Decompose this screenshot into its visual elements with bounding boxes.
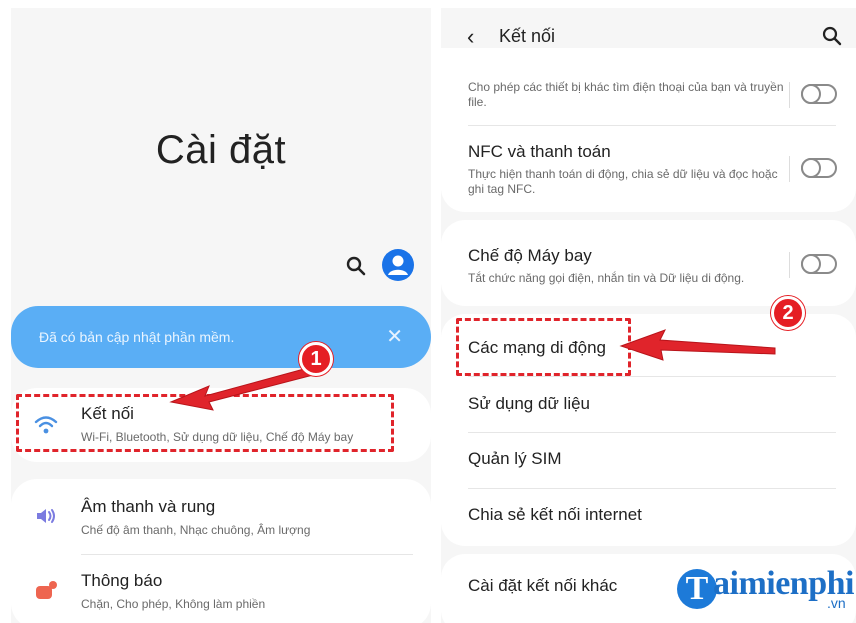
setting-title: Chế độ Máy bay xyxy=(468,246,592,265)
setting-title: Quản lý SIM xyxy=(468,449,562,468)
setting-nearby-device-scan[interactable]: Cho phép các thiết bị khác tìm điện thoạ… xyxy=(441,74,856,130)
page-title: Cài đặt xyxy=(155,128,287,172)
settings-item-subtitle: Chặn, Cho phép, Không làm phiền xyxy=(81,597,266,611)
update-banner-text: Đã có bản cập nhật phần mềm. xyxy=(39,329,235,345)
setting-subtitle: Cho phép các thiết bị khác tìm điện thoạ… xyxy=(468,80,784,109)
toggle-switch[interactable] xyxy=(801,158,837,178)
highlight-box-mobile-networks xyxy=(456,318,631,376)
settings-item-title: Thông báo xyxy=(81,571,163,590)
settings-screen: Cài đặt Đã có bản cập nhật phần mềm. ✕ K… xyxy=(11,8,431,623)
setting-sim-manager[interactable]: Quản lý SIM xyxy=(441,432,856,488)
speaker-icon xyxy=(37,509,55,523)
setting-airplane-mode[interactable]: Chế độ Máy bay Tắt chức năng gọi điện, n… xyxy=(441,220,856,306)
settings-card: Cho phép các thiết bị khác tìm điện thoạ… xyxy=(441,48,856,212)
separator xyxy=(789,82,790,108)
settings-item-notifications[interactable]: Thông báo Chặn, Cho phép, Không làm phiề… xyxy=(11,554,431,623)
setting-title: Sử dụng dữ liệu xyxy=(468,394,591,413)
account-icon[interactable] xyxy=(381,248,415,282)
toggle-switch[interactable] xyxy=(801,254,837,274)
settings-group-sound: Âm thanh và rung Chế độ âm thanh, Nhạc c… xyxy=(11,479,431,623)
setting-nfc-payment[interactable]: NFC và thanh toán Thực hiện thanh toán d… xyxy=(441,126,856,212)
search-icon[interactable] xyxy=(822,26,842,46)
logo-letter: T xyxy=(677,569,717,609)
setting-title: Cài đặt kết nối khác xyxy=(468,576,618,595)
arrow-icon xyxy=(169,365,318,411)
setting-hotspot-tethering[interactable]: Chia sẻ kết nối internet xyxy=(441,488,856,546)
settings-item-title: Âm thanh và rung xyxy=(81,497,216,516)
setting-title: Chia sẻ kết nối internet xyxy=(468,505,642,524)
screenshot: Cài đặt Đã có bản cập nhật phần mềm. ✕ K… xyxy=(0,0,856,623)
close-icon[interactable]: ✕ xyxy=(386,306,403,368)
setting-subtitle: Thực hiện thanh toán di động, chia sẻ dữ… xyxy=(468,167,778,196)
search-icon[interactable] xyxy=(346,256,366,276)
taimienphi-logo: T aimienphi .vn xyxy=(677,563,854,619)
back-icon[interactable]: ‹ xyxy=(467,24,474,50)
page-title: Kết nối xyxy=(499,26,556,46)
setting-data-usage[interactable]: Sử dụng dữ liệu xyxy=(441,376,856,432)
annotation-badge: 2 xyxy=(771,296,805,330)
settings-item-subtitle: Chế độ âm thanh, Nhạc chuông, Âm lượng xyxy=(81,523,311,537)
separator xyxy=(789,156,790,182)
annotation-badge: 1 xyxy=(299,342,333,376)
settings-item-sound[interactable]: Âm thanh và rung Chế độ âm thanh, Nhạc c… xyxy=(11,479,431,554)
separator xyxy=(789,252,790,278)
notification-icon xyxy=(36,581,57,599)
toggle-switch[interactable] xyxy=(801,84,837,104)
logo-suffix: .vn xyxy=(827,595,846,611)
settings-card: Chế độ Máy bay Tắt chức năng gọi điện, n… xyxy=(441,220,856,306)
update-banner[interactable]: Đã có bản cập nhật phần mềm. ✕ xyxy=(11,306,431,368)
setting-title: NFC và thanh toán xyxy=(468,142,611,161)
arrow-icon xyxy=(619,329,776,361)
setting-subtitle: Tắt chức năng gọi điện, nhắn tin và Dữ l… xyxy=(468,271,745,285)
